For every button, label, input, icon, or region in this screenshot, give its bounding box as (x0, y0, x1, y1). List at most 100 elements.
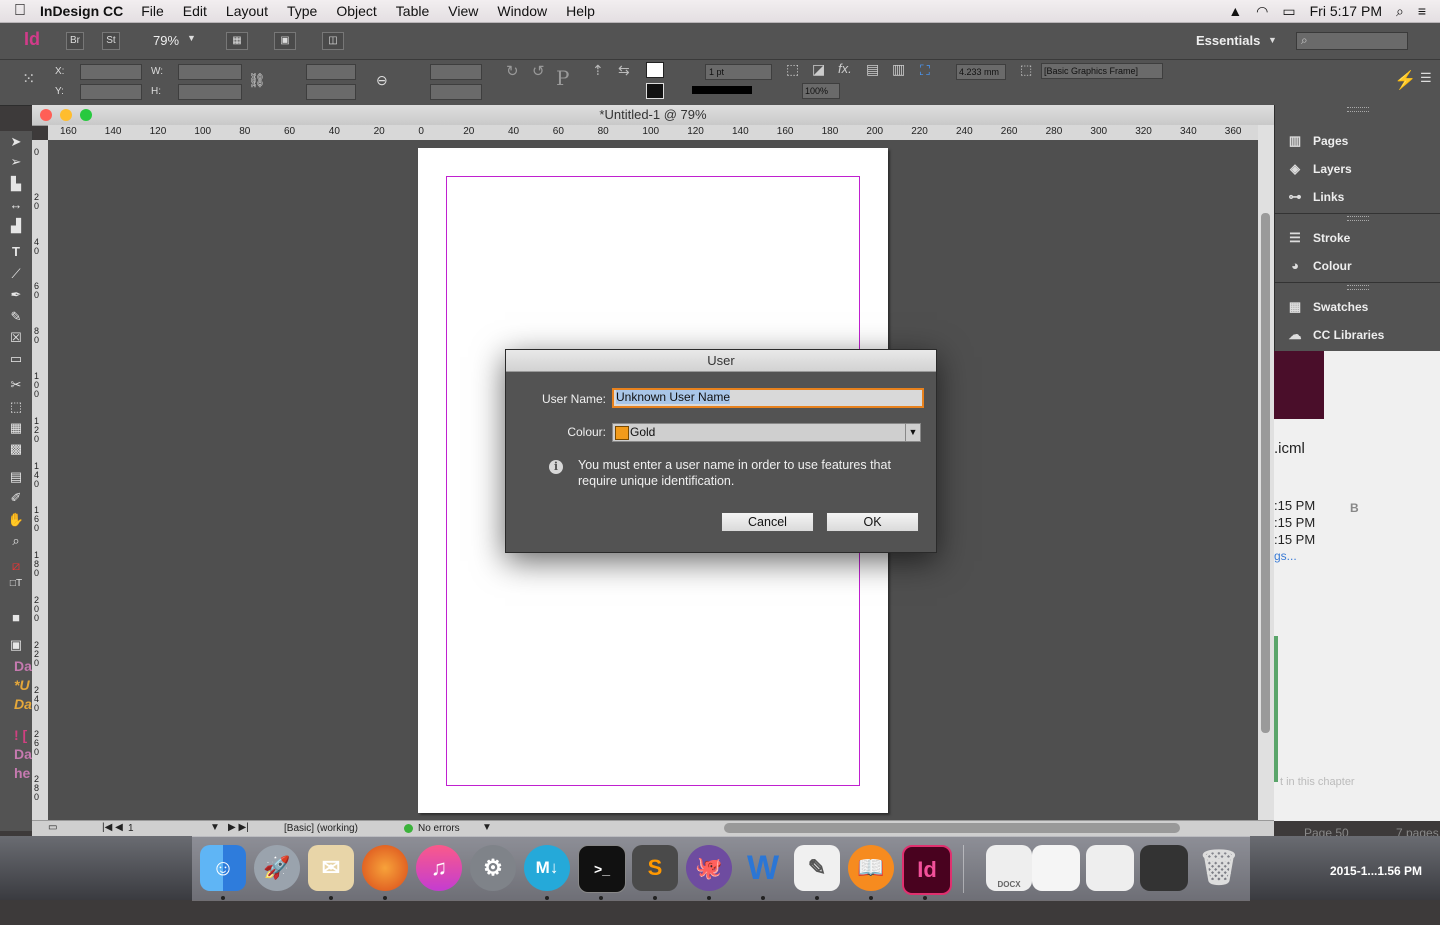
markdown-icon[interactable]: M↓ (524, 845, 570, 891)
battery-icon[interactable]: ▭ (1282, 3, 1295, 20)
indesign-dock-icon[interactable]: Id (902, 845, 952, 895)
panel-links[interactable]: ⊶ Links (1275, 183, 1440, 211)
help-search-input[interactable]: ⌕ (1296, 32, 1408, 50)
ok-button[interactable]: OK (826, 512, 919, 532)
screen-mode-icon[interactable]: ▣ (274, 32, 296, 50)
horizontal-scroll-thumb[interactable] (724, 823, 1180, 833)
scissors-tool-icon[interactable]: ✂ (6, 376, 26, 394)
formatting-affects-icon[interactable]: □T (6, 575, 26, 593)
scale-y-field[interactable] (306, 84, 356, 100)
y-field[interactable] (80, 84, 142, 100)
preflight-profile[interactable]: [Basic] (working) (284, 823, 358, 834)
stack-downloads-icon[interactable] (1032, 845, 1080, 891)
panel-grip[interactable] (1347, 216, 1369, 221)
creative-cloud-icon[interactable]: ▲ (1228, 3, 1242, 19)
menu-file[interactable]: File (141, 3, 164, 19)
launchpad-icon[interactable]: 🚀 (254, 845, 300, 891)
quick-apply-icon[interactable]: ⚡ (1394, 70, 1416, 91)
rotate-ccw-icon[interactable]: ↺ (532, 62, 545, 80)
hand-tool-icon[interactable]: ✋ (6, 511, 26, 529)
fill-swatch-none-icon[interactable] (646, 62, 664, 78)
reference-point-icon[interactable]: ⁙ (22, 69, 35, 89)
stack-documents-icon[interactable] (1086, 845, 1134, 891)
select-container-icon[interactable]: ⇡ (592, 62, 604, 79)
terminal-icon[interactable]: >_ (578, 845, 626, 893)
bridge-button[interactable]: Br (66, 32, 84, 50)
page-tool-icon[interactable]: ▙ (6, 175, 26, 193)
auto-fit-icon[interactable]: ⛶ (920, 62, 930, 79)
type-tool-icon[interactable]: T (6, 243, 26, 261)
drop-shadow-icon[interactable]: ◪ (812, 61, 825, 78)
gradient-swatch-tool-icon[interactable]: ▦ (6, 419, 26, 437)
panel-layers[interactable]: ◈ Layers (1275, 155, 1440, 183)
zoom-level[interactable]: 79% (153, 33, 179, 48)
link-fragment[interactable]: gs... (1274, 549, 1297, 563)
wifi-icon[interactable]: ◠ (1256, 3, 1268, 20)
line-tool-icon[interactable]: ⟋ (6, 265, 26, 283)
rotate-cw-icon[interactable]: ↻ (506, 62, 519, 80)
panel-stroke[interactable]: ☰ Stroke (1275, 224, 1440, 252)
colour-dropdown[interactable]: Gold ▼ (612, 423, 921, 442)
object-style-dropdown[interactable]: [Basic Graphics Frame] (1041, 63, 1163, 79)
stack-screenshots-icon[interactable] (1140, 845, 1188, 891)
view-options-icon[interactable]: ▦ (226, 32, 248, 50)
menu-table[interactable]: Table (396, 3, 429, 19)
menu-window[interactable]: Window (497, 3, 547, 19)
pen-tool-icon[interactable]: ✒ (6, 286, 26, 304)
apple-menu-icon[interactable]:  (0, 2, 40, 20)
panel-grip[interactable] (1347, 285, 1369, 290)
opacity-field[interactable]: 100% (802, 83, 840, 99)
system-preferences-icon[interactable]: ⚙ (470, 845, 516, 891)
scale-x-field[interactable] (306, 64, 356, 80)
shear-field[interactable] (430, 84, 482, 100)
panel-pages[interactable]: ▥ Pages (1275, 127, 1440, 155)
preflight-menu-icon[interactable]: ▼ (482, 822, 492, 833)
preview-icon[interactable]: ✉ (308, 845, 354, 891)
text-wrap-none-icon[interactable]: ▤ (866, 61, 879, 78)
minimize-window-button[interactable] (60, 109, 72, 121)
notification-center-icon[interactable]: ≡ (1418, 3, 1426, 19)
panel-grip[interactable] (1347, 107, 1369, 112)
rectangle-tool-icon[interactable]: ▭ (6, 350, 26, 368)
app-menu[interactable]: InDesign CC (40, 3, 123, 19)
size-field[interactable]: 4.233 mm (956, 64, 1006, 80)
eyedropper-tool-icon[interactable]: ✐ (6, 489, 26, 507)
word-icon[interactable]: W (740, 845, 786, 891)
panel-swatches[interactable]: ▦ Swatches (1275, 293, 1440, 321)
rectangle-frame-tool-icon[interactable]: ☒ (6, 329, 26, 347)
w-field[interactable] (178, 64, 242, 80)
menu-help[interactable]: Help (566, 3, 595, 19)
rotation-field[interactable] (430, 64, 482, 80)
pencil-tool-icon[interactable]: ✎ (6, 308, 26, 326)
panel-cc-libraries[interactable]: ☁ CC Libraries (1275, 321, 1440, 349)
finder-icon[interactable]: ☺ (200, 845, 246, 891)
direct-selection-tool-icon[interactable]: ➢ (6, 153, 26, 171)
apply-color-icon[interactable]: ■ (6, 609, 26, 627)
gradient-feather-tool-icon[interactable]: ▩ (6, 440, 26, 458)
textedit-icon[interactable]: ✎ (794, 845, 840, 891)
panel-colour[interactable]: ◕ Colour (1275, 252, 1440, 280)
screen-mode-tool-icon[interactable]: ▣ (6, 636, 26, 654)
gap-tool-icon[interactable]: ↔ (6, 196, 26, 214)
zoom-tool-icon[interactable]: ⌕ (6, 532, 26, 550)
page-number-field[interactable]: 1 (128, 823, 134, 834)
menu-type[interactable]: Type (287, 3, 317, 19)
stock-button[interactable]: St (102, 32, 120, 50)
page-display-icon[interactable]: ▭ (48, 822, 57, 833)
first-page-icon[interactable]: |◀ ◀ (102, 822, 123, 833)
effects-icon[interactable]: fx. (838, 61, 852, 76)
vertical-scroll-thumb[interactable] (1261, 213, 1270, 733)
select-next-icon[interactable]: ⇆ (618, 62, 630, 79)
close-window-button[interactable] (40, 109, 52, 121)
username-input[interactable]: Unknown User Name (612, 388, 924, 408)
horizontal-ruler[interactable]: 160 140 120 100 80 60 40 20 0 20 40 60 80 100 120 140 16… (48, 125, 1258, 141)
menubar-clock[interactable]: Fri 5:17 PM (1310, 3, 1382, 19)
constrain-proportions-icon[interactable]: ⛓ (248, 72, 266, 89)
preflight-errors[interactable]: No errors (418, 823, 460, 834)
page-dropdown-icon[interactable]: ▼ (210, 822, 220, 833)
frame-fitting-icon[interactable]: ⬚ (786, 61, 799, 78)
zoom-window-button[interactable] (80, 109, 92, 121)
x-field[interactable] (80, 64, 142, 80)
note-tool-icon[interactable]: ▤ (6, 468, 26, 486)
fill-stroke-icon[interactable]: ⧄ (6, 557, 26, 575)
